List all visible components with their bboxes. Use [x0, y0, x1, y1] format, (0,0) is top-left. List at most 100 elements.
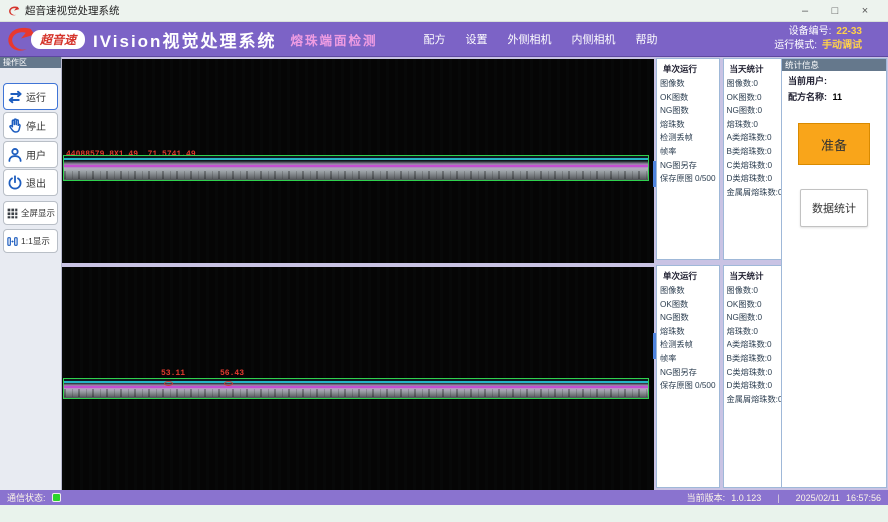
save-raw-row: 保存原图 0/500 — [660, 379, 716, 393]
menu-item[interactable]: 内侧相机 — [571, 31, 615, 47]
stat-row: OK图数:0 — [727, 91, 783, 105]
save-raw-label: 保存原图 — [660, 174, 693, 183]
comm-status-indicator — [52, 493, 61, 502]
app-title: IVision视觉处理系统 — [93, 27, 276, 52]
power-icon — [6, 174, 24, 192]
stat-row: NG图数:0 — [727, 311, 783, 325]
brand-name: 超音速 — [31, 30, 85, 49]
stat-row: D类熔珠数:0 — [727, 379, 783, 393]
stat-row: B类熔珠数:0 — [727, 145, 783, 159]
single-run-rows: 图像数OK图数NG图数熔珠数检测丢帧帧率NG图另存 — [660, 77, 716, 172]
stat-row: C类熔珠数:0 — [727, 159, 783, 173]
status-bar-right: 当前版本: 1.0.123 | 2025/02/11 16:57:56 — [687, 491, 881, 504]
window-title: 超音速视觉处理系统 — [25, 3, 120, 18]
save-raw-value: 0/500 — [695, 381, 716, 390]
save-raw-value: 0/500 — [695, 174, 716, 183]
daily-stats-title: 当天统计 — [728, 65, 766, 74]
window-control-button[interactable]: □ — [820, 5, 850, 17]
stat-label: NG图另存 — [660, 159, 716, 173]
stat-label: 熔珠数 — [660, 118, 716, 132]
single-run-panel: 单次运行 图像数OK图数NG图数熔珠数检测丢帧帧率NG图另存 保存原图 0/50… — [656, 265, 720, 488]
main-menu: 配方 设置 外侧相机 内侧相机 帮助 — [423, 31, 657, 47]
device-number-value: 22-33 — [836, 25, 862, 39]
app-logo-icon — [8, 5, 20, 17]
defect-mark — [224, 381, 233, 386]
grid-icon — [6, 207, 19, 220]
window-control-button[interactable]: – — [790, 5, 820, 17]
measurement-label-2: 56.43 — [220, 369, 244, 378]
camera-viewport-top[interactable]: 44088579.8X1.49 71.5741.49 — [62, 59, 654, 263]
stat-row: 图像数:0 — [727, 77, 783, 91]
window-control-button[interactable]: × — [850, 5, 880, 17]
single-run-panel: 单次运行 图像数OK图数NG图数熔珠数检测丢帧帧率NG图另存 保存原图 0/50… — [656, 58, 720, 260]
menu-item[interactable]: 外侧相机 — [507, 31, 551, 47]
stat-label: 检测丢帧 — [660, 338, 716, 352]
strip-texture — [64, 389, 648, 397]
save-raw-row: 保存原图 0/500 — [660, 172, 716, 186]
daily-stats-panel: 当天统计 图像数:0OK图数:0NG图数:0熔珠数:0A类熔珠数:0B类熔珠数:… — [723, 265, 787, 488]
single-run-title: 单次运行 — [661, 65, 699, 74]
recipe-name-row: 配方名称: 11 — [782, 87, 886, 103]
current-user-row: 当前用户: — [782, 71, 886, 87]
camera-viewport-bottom[interactable]: 53.11 56.43 — [62, 267, 654, 490]
stat-label: 帧率 — [660, 145, 716, 159]
exit-button[interactable]: 退出 — [3, 169, 58, 196]
stat-label: 熔珠数 — [660, 325, 716, 339]
menu-item[interactable]: 配方 — [423, 31, 445, 47]
status-separator: | — [777, 493, 779, 503]
recipe-name-label: 配方名称: — [788, 92, 827, 102]
exit-button-label: 退出 — [26, 175, 46, 190]
stat-label: NG图另存 — [660, 366, 716, 380]
menu-item[interactable]: 设置 — [465, 31, 487, 47]
user-button[interactable]: 用户 — [3, 141, 58, 168]
stat-row: 图像数:0 — [727, 284, 783, 298]
single-run-rows: 图像数OK图数NG图数熔珠数检测丢帧帧率NG图另存 — [660, 284, 716, 379]
data-statistics-button[interactable]: 数据统计 — [800, 189, 868, 227]
daily-stats-title: 当天统计 — [728, 272, 766, 281]
run-button-label: 运行 — [26, 89, 46, 104]
stat-row: OK图数:0 — [727, 298, 783, 312]
device-info: 设备编号: 22-33 运行模式: 手动调试 — [774, 25, 862, 53]
run-cycle-icon — [6, 88, 24, 106]
stat-row: NG图数:0 — [727, 104, 783, 118]
one-to-one-button[interactable]: 1:1显示 — [3, 229, 58, 253]
edge-line — [64, 158, 648, 160]
stat-row: C类熔珠数:0 — [727, 366, 783, 380]
fullscreen-button[interactable]: 全屏显示 — [3, 201, 58, 225]
prepare-button[interactable]: 准备 — [798, 123, 870, 165]
status-date: 2025/02/11 — [796, 493, 840, 503]
stat-row: D类熔珠数:0 — [727, 172, 783, 186]
stat-row: A类熔珠数:0 — [727, 338, 783, 352]
sidebar-title: 操作区 — [0, 57, 61, 68]
weld-strip-image — [63, 378, 649, 399]
one-to-one-button-label: 1:1显示 — [21, 235, 50, 247]
comm-status-label: 通信状态: — [7, 491, 46, 504]
save-raw-label: 保存原图 — [660, 381, 693, 390]
strip-texture — [64, 171, 648, 179]
daily-stats-panel: 当天统计 图像数:0OK图数:0NG图数:0熔珠数:0A类熔珠数:0B类熔珠数:… — [723, 58, 787, 260]
sidebar: 操作区 运行 停止 — [0, 57, 62, 490]
stat-row: 金属屑熔珠数:0 — [727, 393, 783, 407]
run-button[interactable]: 运行 — [3, 83, 58, 110]
stat-label: OK图数 — [660, 298, 716, 312]
current-user-label: 当前用户: — [788, 76, 827, 86]
status-bar: 通信状态: 当前版本: 1.0.123 | 2025/02/11 16:57:5… — [0, 490, 888, 505]
device-number-label: 设备编号: — [789, 25, 832, 39]
menu-item[interactable]: 帮助 — [635, 31, 657, 47]
stat-row: A类熔珠数:0 — [727, 131, 783, 145]
daily-stats-rows: 图像数:0OK图数:0NG图数:0熔珠数:0A类熔珠数:0B类熔珠数:0C类熔珠… — [727, 77, 783, 199]
stat-label: 检测丢帧 — [660, 131, 716, 145]
stop-hand-icon — [6, 117, 24, 135]
edge-line — [64, 381, 648, 383]
detection-line — [64, 165, 648, 167]
stat-label: 图像数 — [660, 284, 716, 298]
recipe-name-value: 11 — [833, 92, 843, 102]
measurement-label-1: 53.11 — [161, 369, 185, 378]
run-mode-label: 运行模式: — [774, 39, 817, 53]
run-mode-value: 手动调试 — [822, 39, 862, 53]
single-run-title: 单次运行 — [661, 272, 699, 281]
stats-group-top: 单次运行 图像数OK图数NG图数熔珠数检测丢帧帧率NG图另存 保存原图 0/50… — [656, 58, 780, 260]
stat-label: 图像数 — [660, 77, 716, 91]
stat-row: 熔珠数:0 — [727, 325, 783, 339]
stop-button[interactable]: 停止 — [3, 112, 58, 139]
